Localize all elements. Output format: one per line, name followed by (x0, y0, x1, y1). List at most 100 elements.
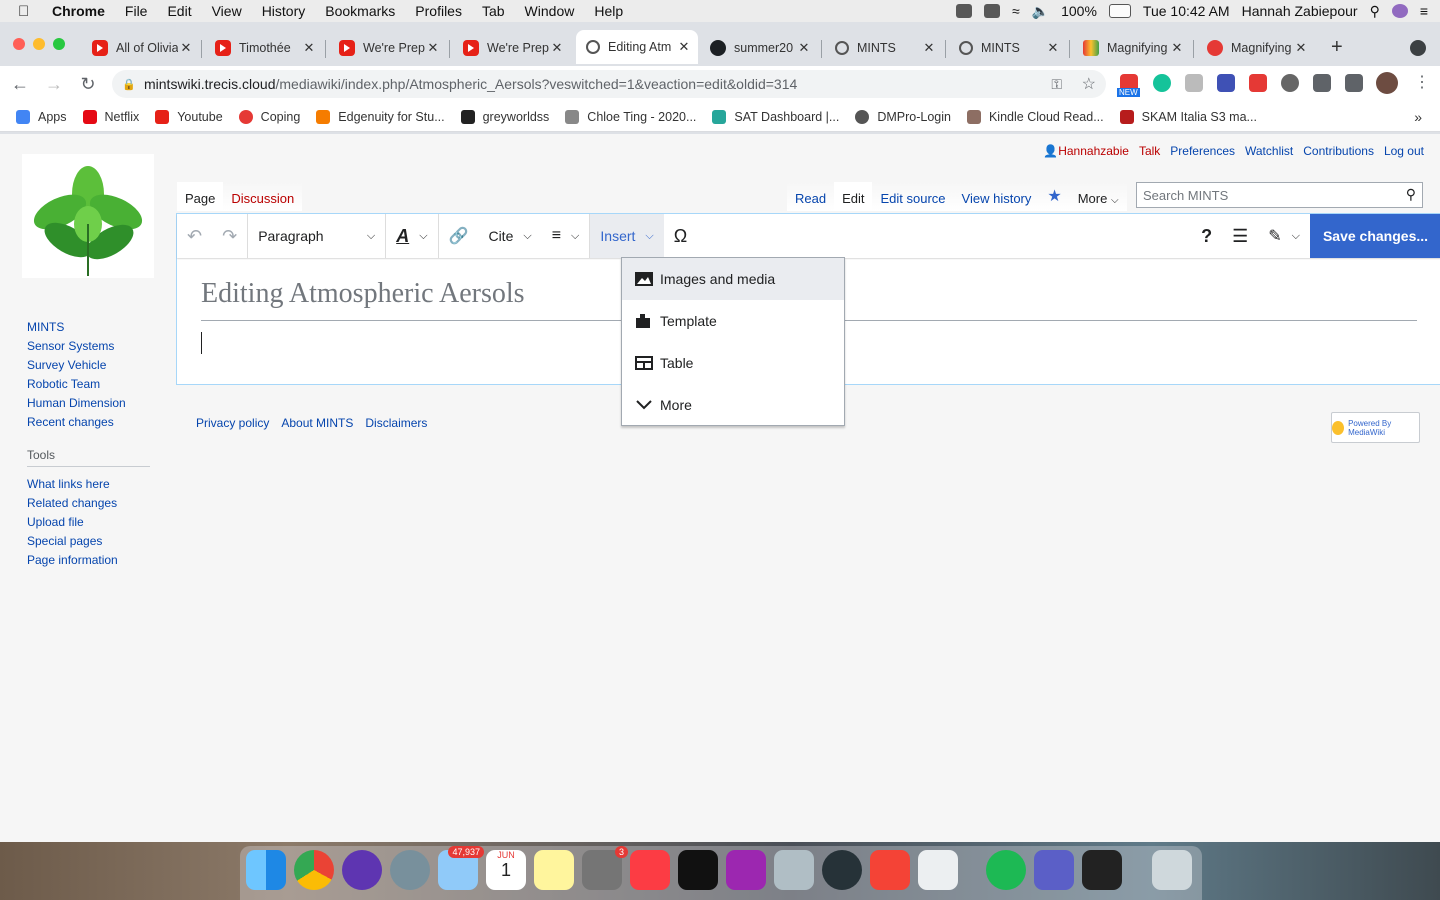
launchpad-icon[interactable] (390, 850, 430, 890)
watchlist-link[interactable]: Watchlist (1245, 144, 1293, 158)
siri-icon[interactable] (1391, 4, 1408, 18)
minimize-window-icon[interactable] (33, 38, 45, 50)
privacy-policy-link[interactable]: Privacy policy (196, 416, 269, 430)
trash-icon[interactable] (1152, 850, 1192, 890)
bookmark-kindle[interactable]: Kindle Cloud Read... (966, 109, 1104, 124)
user-link[interactable]: 👤Hannahzabie (1043, 144, 1129, 158)
siri-dock-icon[interactable] (342, 850, 382, 890)
bookmark-edgenuity[interactable]: Edgenuity for Stu... (316, 109, 445, 124)
tab-read[interactable]: Read (787, 182, 835, 211)
browser-tab[interactable]: We're Prep ✕ (453, 32, 571, 64)
menu-help[interactable]: Help (594, 3, 623, 19)
sidebar-item-sensor-systems[interactable]: Sensor Systems (27, 339, 150, 358)
disclaimers-link[interactable]: Disclaimers (365, 416, 427, 430)
magnifier-extension-icon[interactable] (1281, 74, 1299, 92)
browser-tab[interactable]: All of Olivia ✕ (82, 32, 200, 64)
close-tab-icon[interactable]: ✕ (1045, 40, 1061, 56)
talk-link[interactable]: Talk (1139, 144, 1160, 158)
sidebar-item-survey-vehicle[interactable]: Survey Vehicle (27, 358, 150, 377)
user-name[interactable]: Hannah Zabiepour (1242, 3, 1358, 19)
finder-icon[interactable] (246, 850, 286, 890)
lock-icon[interactable]: 🔒 (122, 78, 136, 91)
preview-icon[interactable] (774, 850, 814, 890)
search-icon[interactable]: ⚲ (1406, 186, 1416, 203)
menu-window[interactable]: Window (525, 3, 575, 19)
close-tab-icon[interactable]: ✕ (676, 39, 692, 55)
bookmark-star-icon[interactable]: ☆ (1082, 74, 1096, 94)
terminal-icon[interactable] (1082, 850, 1122, 890)
insert-table[interactable]: Table (622, 342, 844, 384)
chrome-icon[interactable] (294, 850, 334, 890)
wave-extension-icon[interactable] (1217, 74, 1235, 92)
close-tab-icon[interactable]: ✕ (796, 40, 812, 56)
save-changes-button[interactable]: Save changes... (1310, 214, 1440, 258)
airplay-icon[interactable] (983, 4, 1000, 18)
browser-tab-active[interactable]: Editing Atm ✕ (576, 30, 698, 64)
browser-tab[interactable]: MINTS ✕ (825, 32, 943, 64)
undo-button[interactable]: ↶ (177, 214, 212, 258)
tab-search-icon[interactable] (1410, 40, 1426, 56)
address-bar[interactable]: 🔒 mintswiki.trecis.cloud/mediawiki/index… (112, 70, 1106, 98)
control-center-icon[interactable]: ≡ (1420, 3, 1428, 19)
preferences-link[interactable]: Preferences (1170, 144, 1235, 158)
sidebar-item-mints[interactable]: MINTS (27, 320, 150, 339)
close-tab-icon[interactable]: ✕ (1293, 40, 1309, 56)
bookmark-apps[interactable]: Apps (16, 109, 67, 124)
music-icon[interactable] (630, 850, 670, 890)
clock[interactable]: Tue 10:42 AM (1143, 3, 1230, 19)
help-button[interactable]: ? (1191, 214, 1222, 258)
close-tab-icon[interactable]: ✕ (178, 40, 194, 56)
text-cursor[interactable] (201, 332, 202, 354)
insert-images-and-media[interactable]: Images and media (622, 258, 844, 300)
reload-icon[interactable]: ↻ (74, 70, 102, 98)
browser-tab[interactable]: Timothée ✕ (205, 32, 323, 64)
tab-discussion[interactable]: Discussion (223, 182, 303, 211)
watch-star-icon[interactable]: ★ (1039, 182, 1070, 211)
close-window-icon[interactable] (13, 38, 25, 50)
tab-edit-source[interactable]: Edit source (872, 182, 954, 211)
redo-button[interactable]: ↷ (212, 214, 249, 258)
browser-tab[interactable]: Magnifying ✕ (1073, 32, 1191, 64)
text-style-dropdown[interactable]: A ⌵ (386, 214, 439, 258)
puzzle-icon[interactable] (1313, 74, 1331, 92)
status-icon[interactable] (955, 4, 972, 18)
menu-profiles[interactable]: Profiles (415, 3, 462, 19)
system-preferences-icon[interactable]: 3 (582, 846, 628, 890)
tools-page-information[interactable]: Page information (27, 553, 150, 572)
calendar-icon[interactable]: JUN 1 (486, 850, 526, 890)
site-logo[interactable] (22, 154, 154, 278)
bookmark-dmpro[interactable]: DMPro-Login (855, 109, 951, 124)
grammarly-icon[interactable] (1153, 74, 1171, 92)
menu-tab[interactable]: Tab (482, 3, 505, 19)
forward-icon[interactable]: → (40, 70, 68, 98)
bookmark-netflix[interactable]: Netflix (82, 109, 139, 124)
extension-icon[interactable] (1185, 74, 1203, 92)
reading-list-icon[interactable] (1345, 74, 1363, 92)
more-bookmarks-icon[interactable]: » (1414, 109, 1422, 125)
browser-tab[interactable]: summer20 ✕ (700, 32, 818, 64)
insert-template[interactable]: Template (622, 300, 844, 342)
key-icon[interactable]: ⚿ (1051, 76, 1062, 93)
notes-icon[interactable] (534, 850, 574, 890)
tp-extension-icon[interactable] (1249, 74, 1267, 92)
tools-upload-file[interactable]: Upload file (27, 515, 150, 534)
link-button[interactable]: 🔗 (439, 214, 479, 258)
chrome-menu-icon[interactable]: ⋮ (1414, 72, 1430, 92)
bookmark-greyworldss[interactable]: greyworldss (460, 109, 549, 124)
insert-dropdown[interactable]: Insert ⌵ (590, 214, 664, 258)
spotlight-icon[interactable]: ⚲ (1370, 3, 1380, 20)
goose-icon[interactable] (918, 850, 958, 890)
wifi-icon[interactable]: ≈ (1012, 3, 1020, 19)
sidebar-item-recent-changes[interactable]: Recent changes (27, 415, 150, 434)
close-tab-icon[interactable]: ✕ (425, 40, 441, 56)
volume-icon[interactable]: 🔈 (1032, 3, 1049, 20)
menu-edit[interactable]: Edit (167, 3, 191, 19)
teams-icon[interactable] (1034, 850, 1074, 890)
tab-view-history[interactable]: View history (953, 182, 1040, 211)
browser-tab[interactable]: MINTS ✕ (949, 32, 1067, 64)
apple-menu-icon[interactable]:  (18, 3, 38, 20)
bookmark-chloe-ting[interactable]: Chloe Ting - 2020... (565, 109, 696, 124)
menu-file[interactable]: File (125, 3, 148, 19)
tab-page[interactable]: Page (177, 182, 224, 211)
insert-more[interactable]: More (622, 384, 844, 426)
